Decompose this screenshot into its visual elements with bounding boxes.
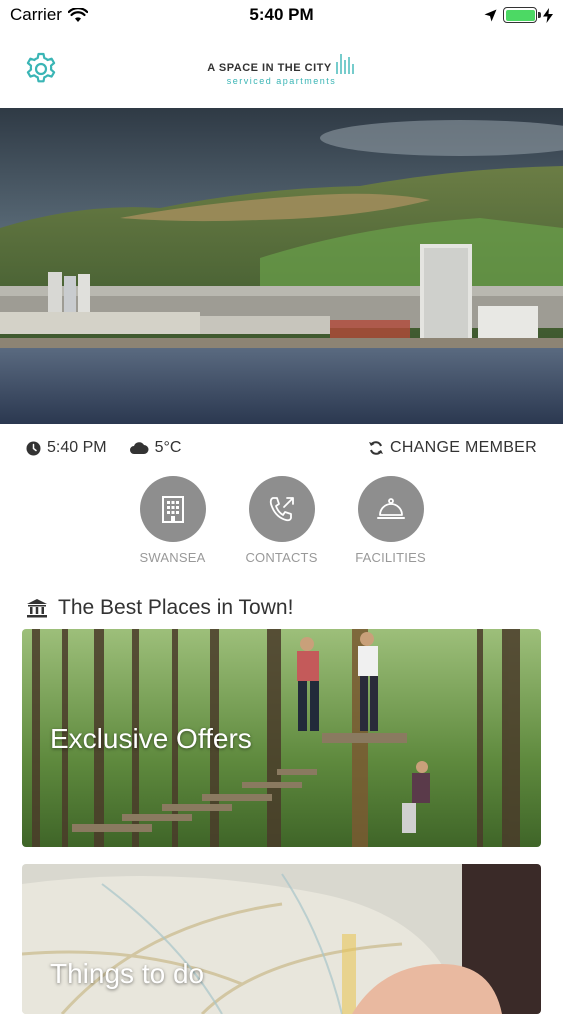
local-time: 5:40 PM bbox=[26, 439, 107, 457]
clock-icon bbox=[26, 441, 41, 455]
battery-icon bbox=[503, 7, 541, 23]
swansea-circle bbox=[139, 476, 206, 542]
change-member-label: CHANGE MEMBER bbox=[389, 439, 537, 456]
things-to-do-title: Things to do bbox=[50, 958, 205, 989]
carrier-label: Carrier bbox=[10, 5, 62, 24]
contacts-label: CONTACTS bbox=[245, 550, 318, 565]
logo-text: A SPACE IN THE CITY bbox=[207, 62, 332, 74]
contacts-button[interactable]: CONTACTS bbox=[245, 476, 317, 576]
charging-bolt-icon bbox=[543, 7, 553, 23]
facilities-circle bbox=[357, 476, 424, 542]
landmark-icon bbox=[27, 599, 47, 618]
building-icon bbox=[161, 496, 184, 523]
hero-image bbox=[0, 108, 563, 424]
facilities-label: FACILITIES bbox=[355, 550, 426, 565]
exclusive-offers-card[interactable]: Exclusive Offers bbox=[22, 629, 541, 847]
things-to-do-card[interactable]: Things to do bbox=[22, 864, 541, 1014]
change-member-button[interactable]: CHANGE MEMBER bbox=[368, 439, 537, 457]
weather-cloud-icon bbox=[129, 442, 149, 454]
contacts-circle bbox=[248, 476, 315, 542]
service-bell-icon bbox=[376, 498, 405, 519]
info-bar: 5:40 PM 5°C CHANGE MEMBER bbox=[0, 424, 563, 472]
battery-fill bbox=[505, 9, 535, 21]
things-to-do-image bbox=[22, 864, 541, 1014]
section-title: The Best Places in Town! bbox=[58, 596, 294, 619]
logo-subtitle: serviced apartments bbox=[226, 76, 337, 86]
city-skyline-icon bbox=[336, 54, 354, 74]
section-header: The Best Places in Town! bbox=[26, 596, 293, 620]
temperature-value: 5°C bbox=[154, 439, 182, 456]
swansea-label: SWANSEA bbox=[139, 550, 206, 565]
phone-icon bbox=[269, 497, 294, 522]
facilities-button[interactable]: FACILITIES bbox=[355, 476, 426, 576]
swansea-button[interactable]: SWANSEA bbox=[139, 476, 206, 576]
quick-actions: SWANSEA CONTACTS FACILITIES bbox=[0, 476, 563, 576]
refresh-icon bbox=[368, 441, 383, 455]
status-bar: Carrier 5:40 PM bbox=[0, 0, 563, 30]
settings-button[interactable] bbox=[22, 50, 60, 88]
wifi-icon bbox=[67, 7, 88, 22]
app-header: A SPACE IN THE CITY serviced apartments bbox=[0, 30, 563, 108]
weather: 5°C bbox=[129, 439, 182, 457]
app-logo: A SPACE IN THE CITY serviced apartments bbox=[207, 52, 355, 86]
local-time-value: 5:40 PM bbox=[47, 439, 107, 456]
location-arrow-icon bbox=[484, 9, 497, 21]
exclusive-offers-title: Exclusive Offers bbox=[50, 723, 252, 754]
gear-icon bbox=[26, 52, 56, 83]
